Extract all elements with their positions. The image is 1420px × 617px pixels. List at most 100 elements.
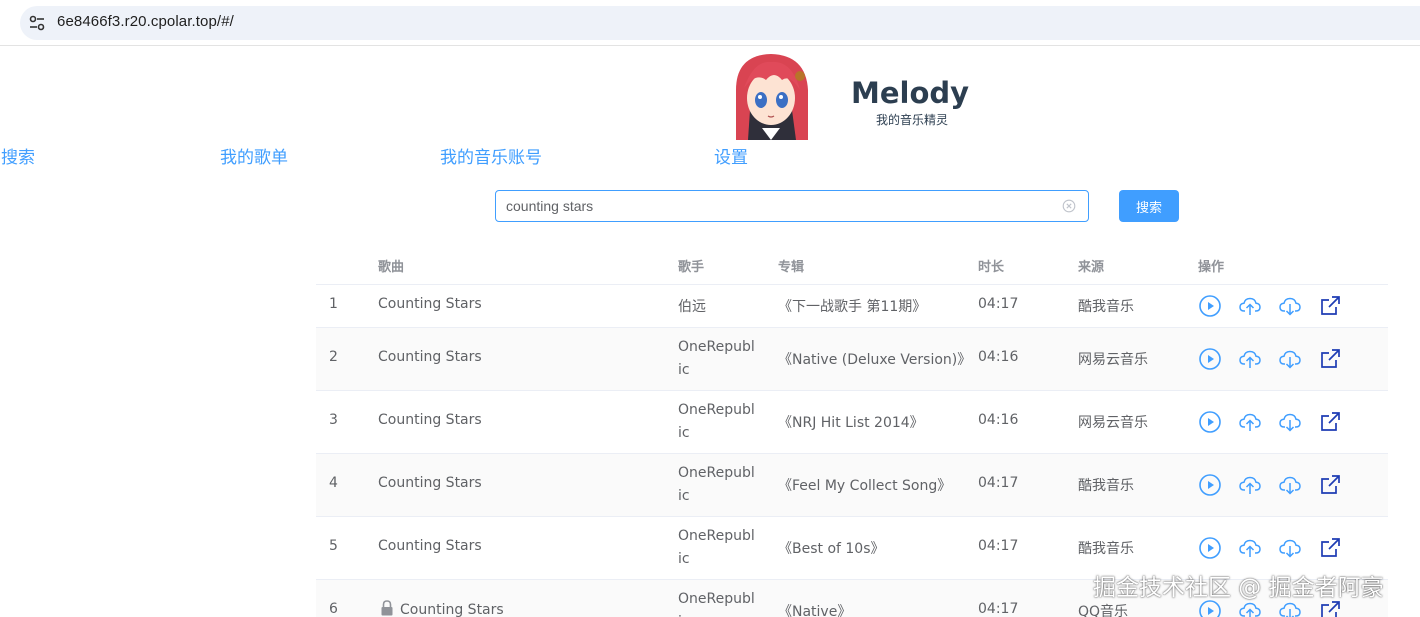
row-duration-text: 04:17 — [978, 296, 1019, 312]
row-actions — [1198, 536, 1358, 560]
row-song-text: Counting Stars — [378, 412, 482, 428]
row-duration-text: 04:17 — [978, 475, 1019, 491]
upload-cloud-icon[interactable] — [1238, 536, 1262, 560]
clear-icon[interactable] — [1062, 199, 1076, 213]
row-actions — [1198, 473, 1358, 497]
row-duration-text: 04:16 — [978, 412, 1019, 428]
row-source: 网易云音乐 — [1078, 349, 1148, 369]
row-duration: 04:17 — [978, 296, 1018, 312]
row-singer: 伯远 — [678, 296, 756, 319]
row-index-text: 6 — [329, 601, 338, 617]
row-song-text: Counting Stars — [400, 602, 504, 617]
row-source: 酷我音乐 — [1078, 296, 1134, 316]
column-header-song: 歌曲 — [378, 260, 405, 275]
table-header: 歌曲 歌手 专辑 时长 来源 操作 — [316, 243, 1388, 285]
row-actions — [1198, 410, 1358, 434]
site-settings-icon[interactable] — [28, 14, 46, 32]
row-song: Counting Stars — [378, 475, 482, 491]
search-box — [495, 190, 1089, 222]
row-index-text: 1 — [329, 296, 338, 312]
row-actions — [1198, 347, 1358, 371]
row-album-text: 《Native (Deluxe Version)》 — [778, 352, 972, 368]
download-cloud-icon[interactable] — [1278, 536, 1302, 560]
row-album-text: 《NRJ Hit List 2014》 — [778, 415, 924, 431]
external-link-icon[interactable] — [1318, 473, 1342, 497]
table-row[interactable]: 4 Counting Stars OneRepublic 《Feel My Colle… — [316, 454, 1388, 517]
row-duration-text: 04:16 — [978, 349, 1019, 365]
row-index: 2 — [329, 349, 338, 365]
row-index-text: 5 — [329, 538, 338, 554]
row-duration: 04:17 — [978, 538, 1018, 554]
row-singer: OneRepublic — [678, 336, 756, 382]
app-subtitle: 我的音乐精灵 — [876, 113, 949, 127]
row-song: Counting Stars — [378, 349, 482, 365]
row-album-text: 《下一战歌手 第11期》 — [778, 299, 927, 315]
row-album-text: 《Feel My Collect Song》 — [778, 478, 952, 494]
row-source-text: 酷我音乐 — [1078, 478, 1134, 494]
row-source-text: 酷我音乐 — [1078, 541, 1134, 557]
row-album: 《Best of 10s》 — [778, 538, 885, 558]
play-icon[interactable] — [1198, 473, 1222, 497]
download-cloud-icon[interactable] — [1278, 473, 1302, 497]
row-index-text: 2 — [329, 349, 338, 365]
row-album: 《Feel My Collect Song》 — [778, 475, 951, 495]
row-duration: 04:16 — [978, 349, 1018, 365]
row-singer-text: OneRepublic — [678, 528, 755, 567]
row-source-text: 酷我音乐 — [1078, 299, 1134, 315]
url-text[interactable]: 6e8466f3.r20.cpolar.top/#/ — [57, 13, 234, 30]
external-link-icon[interactable] — [1318, 347, 1342, 371]
nav-item-search[interactable]: 搜索 — [1, 143, 35, 168]
column-header-singer: 歌手 — [678, 260, 705, 275]
table-row[interactable]: 2 Counting Stars OneRepublic 《Native (Delux… — [316, 328, 1388, 391]
row-source: 网易云音乐 — [1078, 412, 1148, 432]
row-singer-text: OneRepublic — [678, 465, 755, 504]
row-singer-text: 伯远 — [678, 299, 706, 315]
row-singer: OneRepublic — [678, 588, 756, 617]
external-link-icon[interactable] — [1318, 536, 1342, 560]
row-song-text: Counting Stars — [378, 475, 482, 491]
row-album-text: 《Best of 10s》 — [778, 541, 885, 557]
column-header-duration: 时长 — [978, 260, 1005, 275]
table-row[interactable]: 3 Counting Stars OneRepublic 《NRJ Hit List … — [316, 391, 1388, 454]
upload-cloud-icon[interactable] — [1238, 473, 1262, 497]
row-duration-text: 04:17 — [978, 601, 1019, 617]
search-button[interactable]: 搜索 — [1119, 190, 1179, 222]
row-singer-text: OneRepublic — [678, 591, 755, 617]
search-input[interactable] — [506, 191, 1056, 221]
external-link-icon[interactable] — [1318, 294, 1342, 318]
row-album-text: 《Native》 — [778, 604, 852, 617]
row-singer: OneRepublic — [678, 525, 756, 571]
row-song: Counting Stars — [378, 412, 482, 428]
row-index: 5 — [329, 538, 338, 554]
row-source-text: 网易云音乐 — [1078, 415, 1148, 431]
browser-address-bar: 6e8466f3.r20.cpolar.top/#/ — [0, 0, 1420, 46]
row-source: 酷我音乐 — [1078, 538, 1134, 558]
row-index: 1 — [329, 296, 338, 312]
row-index: 3 — [329, 412, 338, 428]
download-cloud-icon[interactable] — [1278, 410, 1302, 434]
play-icon[interactable] — [1198, 347, 1222, 371]
nav-item-music-account[interactable]: 我的音乐账号 — [440, 143, 542, 168]
upload-cloud-icon[interactable] — [1238, 347, 1262, 371]
table-row[interactable]: 1 Counting Stars 伯远 《下一战歌手 第11期》 04:17 酷我音乐 — [316, 285, 1388, 328]
results-table: 歌曲 歌手 专辑 时长 来源 操作 1 Counting Stars 伯远 《下一战歌… — [316, 243, 1388, 617]
row-song: Counting Stars — [380, 600, 504, 617]
column-header-actions: 操作 — [1198, 260, 1225, 275]
play-icon[interactable] — [1198, 294, 1222, 318]
external-link-icon[interactable] — [1318, 410, 1342, 434]
row-song: Counting Stars — [378, 538, 482, 554]
upload-cloud-icon[interactable] — [1238, 294, 1262, 318]
nav-item-settings[interactable]: 设置 — [714, 143, 748, 168]
play-icon[interactable] — [1198, 410, 1222, 434]
download-cloud-icon[interactable] — [1278, 294, 1302, 318]
watermark: 掘金技术社区 @ 掘金者阿豪 — [1093, 575, 1384, 601]
row-song-text: Counting Stars — [378, 296, 482, 312]
row-source: 酷我音乐 — [1078, 475, 1134, 495]
row-source-text: 网易云音乐 — [1078, 352, 1148, 368]
row-singer: OneRepublic — [678, 399, 756, 445]
download-cloud-icon[interactable] — [1278, 347, 1302, 371]
upload-cloud-icon[interactable] — [1238, 410, 1262, 434]
play-icon[interactable] — [1198, 536, 1222, 560]
nav-item-my-playlists[interactable]: 我的歌单 — [220, 143, 288, 168]
row-duration: 04:17 — [978, 475, 1018, 491]
